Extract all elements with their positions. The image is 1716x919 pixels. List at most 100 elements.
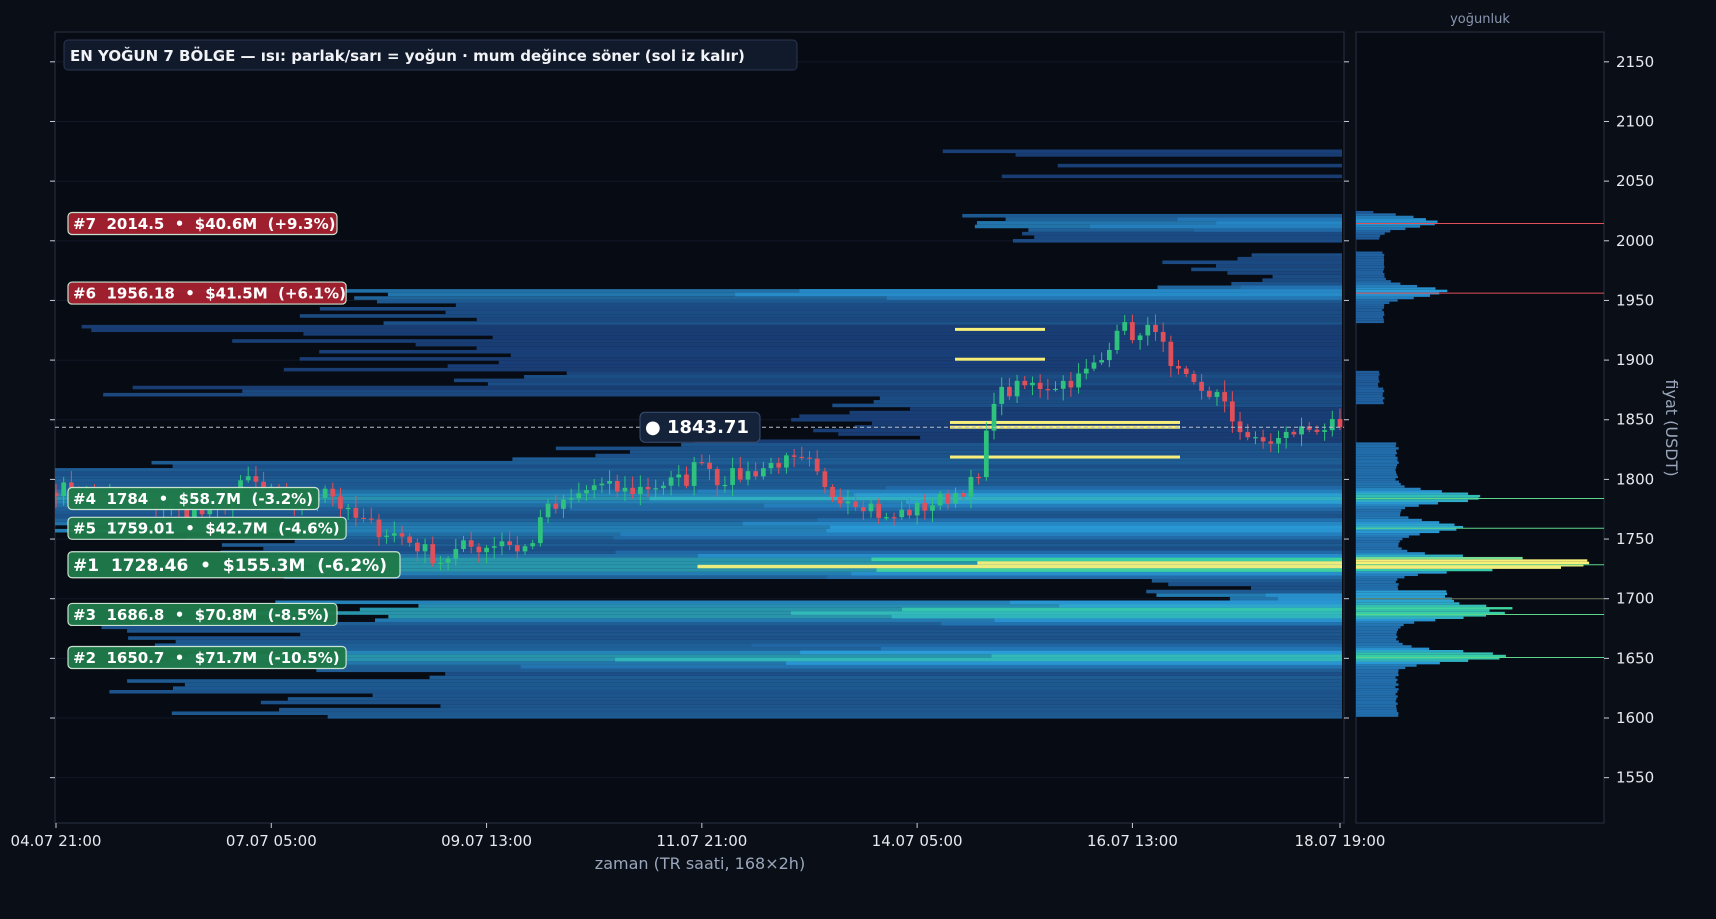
heat-band-bright [880, 647, 1342, 651]
heat-band [454, 378, 1342, 383]
profile-bar [1356, 451, 1397, 455]
candle-body [983, 430, 989, 478]
heat-band [1227, 271, 1342, 275]
candle-body [953, 492, 958, 504]
profile-bar [1356, 461, 1399, 464]
profile-bar [1356, 688, 1399, 691]
heat-band [1146, 589, 1342, 594]
profile-bar [1356, 268, 1384, 271]
heat-band [487, 382, 1343, 386]
heat-strip-peak [955, 327, 1045, 331]
heat-band [128, 636, 1343, 640]
y-tick-label: 2100 [1616, 112, 1654, 130]
heat-band [510, 353, 1342, 358]
heat-band [492, 335, 1342, 340]
candle-body [999, 386, 1005, 404]
profile-bar [1356, 270, 1384, 273]
candle-body [1260, 437, 1266, 442]
profile-bar [1356, 671, 1399, 674]
candle-body [1191, 373, 1197, 382]
candle-body [1076, 373, 1081, 388]
candle-body [414, 542, 420, 552]
profile-bar [1356, 282, 1401, 285]
profile-bar [1356, 370, 1380, 374]
candle-body [945, 493, 951, 504]
heat-band [445, 672, 1342, 676]
candle-body [1245, 432, 1251, 438]
profile-bar [1356, 685, 1396, 689]
candle-body [1106, 350, 1112, 361]
profile-bar [1356, 692, 1396, 696]
heat-band [566, 371, 1342, 376]
candle-body [760, 468, 766, 477]
heat-band [299, 357, 1342, 361]
candle-body [61, 482, 67, 497]
candle-body [1007, 386, 1012, 397]
profile-bar [1356, 449, 1397, 452]
heat-band-bright [799, 289, 1342, 293]
candle-body [930, 505, 935, 511]
candle-body [484, 547, 489, 553]
candle-body [1137, 335, 1143, 341]
candle-body [1206, 390, 1212, 397]
heat-band [942, 149, 1342, 154]
candle-body [922, 502, 928, 511]
candle-body [407, 536, 413, 543]
profile-bar [1356, 263, 1384, 266]
profile-bar [1356, 683, 1399, 686]
profile-bar [1356, 516, 1409, 519]
profile-bar [1356, 604, 1487, 608]
candle-body [1176, 365, 1181, 369]
profile-bar [1356, 308, 1383, 312]
profile-bar [1356, 492, 1469, 495]
candle-body [1214, 392, 1220, 397]
candle-body [745, 471, 751, 480]
x-tick-label: 04.07 21:00 [11, 832, 102, 850]
profile-bar [1356, 509, 1402, 512]
heat-band-bright [742, 521, 1342, 526]
profile-bar [1356, 313, 1385, 316]
y-tick-label: 1750 [1616, 530, 1654, 548]
candle-body [476, 546, 482, 553]
profile-bar [1356, 284, 1418, 288]
heat-band-bright [891, 614, 1342, 619]
candle-body [453, 549, 459, 559]
heat-band [103, 392, 1342, 397]
candle-body [699, 462, 705, 464]
heat-band-bright [1009, 600, 1342, 605]
zone-label-3: #3 1686.8 • $70.8M (-8.5%) [73, 606, 329, 624]
heat-band-bright [649, 496, 1342, 501]
profile-bar [1356, 218, 1426, 221]
candle-body [799, 456, 805, 459]
profile-bar [1356, 392, 1383, 395]
candle-body [1037, 382, 1043, 390]
heat-band [1012, 238, 1342, 243]
candle-body [507, 541, 512, 546]
profile-bar [1356, 294, 1430, 297]
heat-band [1272, 274, 1342, 279]
profile-bar [1356, 301, 1390, 305]
candle-body [445, 558, 451, 563]
profile-bar [1356, 459, 1398, 462]
heat-band-bright [697, 553, 1342, 558]
heat-band-bright [615, 657, 1342, 662]
heat-band [127, 679, 1342, 683]
profile-bar [1356, 573, 1418, 577]
candle-body [768, 462, 774, 469]
profile-bar [1356, 707, 1397, 710]
profile-bar [1356, 681, 1397, 684]
candle-body [837, 497, 843, 504]
heat-band-bright [977, 561, 1342, 565]
heat-band-bright [1194, 228, 1342, 232]
profile-bar [1356, 599, 1454, 603]
heat-band [1162, 260, 1342, 265]
profile-bar [1356, 389, 1385, 393]
profile-bar [1356, 566, 1561, 569]
heat-band [1015, 153, 1342, 157]
profile-bar [1356, 712, 1399, 715]
profile-bar [1356, 275, 1385, 278]
candle-body [637, 486, 643, 494]
heat-band [109, 689, 1342, 694]
profile-bar [1356, 487, 1421, 491]
profile-bar [1356, 382, 1378, 386]
